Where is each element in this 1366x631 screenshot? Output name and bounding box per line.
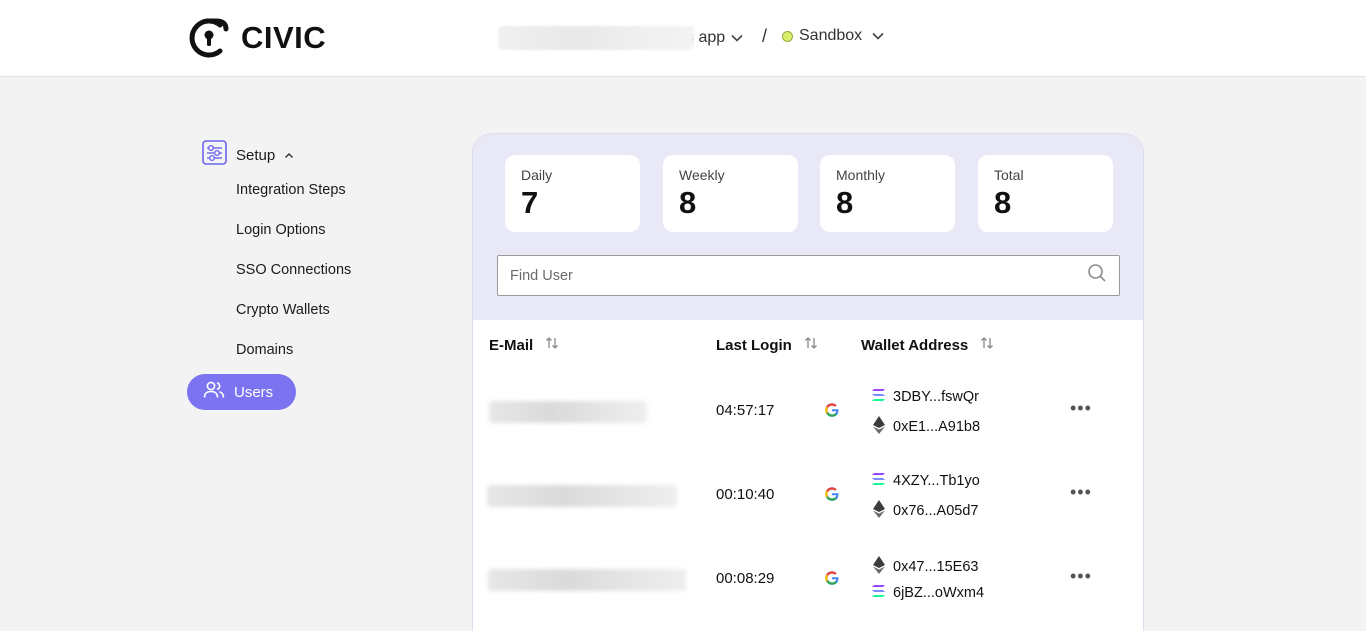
brand-name: CIVIC [241, 20, 327, 55]
civic-logo-icon [189, 18, 229, 58]
sidebar-item-integration-steps[interactable]: Integration Steps [236, 182, 346, 198]
app-selector[interactable]: s app [498, 26, 743, 50]
app-name-redacted [498, 26, 694, 50]
row-more-options-icon[interactable]: ••• [1070, 398, 1092, 419]
sort-icon[interactable] [804, 336, 818, 354]
breadcrumb-separator: / [762, 26, 768, 46]
stat-label: Weekly [679, 167, 725, 183]
row-more-options-icon[interactable]: ••• [1070, 482, 1092, 503]
find-user-search-box [497, 255, 1120, 296]
environment-selector[interactable]: Sandbox [782, 27, 884, 45]
sidebar-item-domains[interactable]: Domains [236, 342, 293, 358]
users-icon [203, 381, 225, 403]
sort-icon[interactable] [545, 336, 559, 354]
google-icon [823, 569, 841, 592]
users-table: E-Mail Last Login Wallet Address 04:57:1… [473, 320, 1143, 631]
solana-icon [871, 584, 887, 602]
stat-label: Total [994, 167, 1024, 183]
row-more-options-icon[interactable]: ••• [1070, 566, 1092, 587]
column-header-label: E-Mail [489, 336, 534, 354]
stat-label: Monthly [836, 167, 886, 183]
last-login-time: 04:57:17 [716, 402, 775, 419]
wallet-address-text: 0x47...15E63 [893, 559, 979, 575]
google-icon [823, 485, 841, 508]
wallet-address-text: 3DBY...fswQr [893, 389, 979, 405]
settings-sliders-icon [202, 140, 227, 170]
ethereum-icon [871, 416, 887, 438]
solana-icon [871, 388, 887, 406]
column-header-last-login[interactable]: Last Login [716, 336, 818, 354]
civic-logo[interactable]: CIVIC [186, 15, 326, 61]
table-row[interactable]: 04:57:17 3DBY...fswQr 0xE1...A91b8 ••• [473, 368, 1143, 452]
wallet-address-text: 4XZY...Tb1yo [893, 473, 980, 489]
stat-value: 7 [521, 185, 539, 220]
wallet-address-text: 0xE1...A91b8 [893, 419, 981, 435]
top-header: CIVIC s app / Sandbox [0, 0, 1366, 77]
sort-icon[interactable] [980, 336, 994, 354]
environment-label: Sandbox [799, 27, 863, 44]
wallet-address[interactable]: 4XZY...Tb1yo [871, 472, 980, 490]
last-login-time: 00:10:40 [716, 486, 775, 503]
stat-card-weekly: Weekly 8 [663, 155, 798, 232]
stat-label: Daily [521, 167, 553, 183]
email-redacted [489, 401, 647, 423]
solana-icon [871, 472, 887, 490]
wallet-address[interactable]: 0x76...A05d7 [871, 500, 978, 522]
table-row[interactable]: 00:10:40 4XZY...Tb1yo 0x76...A05d7 ••• [473, 452, 1143, 536]
last-login-time: 00:08:29 [716, 570, 775, 587]
chevron-down-icon [731, 34, 743, 42]
sidebar-item-setup-label: Setup [236, 146, 276, 164]
ethereum-icon [871, 556, 887, 578]
table-row[interactable]: 00:08:29 0x47...15E63 6jBZ...oWxm4 ••• [473, 536, 1143, 620]
stat-value: 8 [679, 185, 697, 220]
column-header-wallet-address[interactable]: Wallet Address [861, 336, 994, 354]
sidebar-item-setup[interactable]: Setup [202, 140, 294, 170]
stat-card-daily: Daily 7 [505, 155, 640, 232]
stat-value: 8 [994, 185, 1012, 220]
chevron-up-icon [284, 146, 294, 164]
stat-card-monthly: Monthly 8 [820, 155, 955, 232]
column-header-label: Last Login [716, 336, 792, 354]
search-icon[interactable] [1087, 263, 1107, 288]
wallet-address-text: 0x76...A05d7 [893, 503, 979, 519]
ethereum-icon [871, 500, 887, 522]
wallet-address[interactable]: 6jBZ...oWxm4 [871, 584, 984, 602]
email-redacted [487, 485, 677, 507]
chevron-down-icon [872, 32, 884, 40]
stat-card-total: Total 8 [978, 155, 1113, 232]
email-redacted [488, 569, 686, 591]
sidebar-item-sso-connections[interactable]: SSO Connections [236, 262, 351, 278]
find-user-input[interactable] [510, 267, 1087, 284]
google-icon [823, 401, 841, 424]
wallet-address-text: 6jBZ...oWxm4 [893, 585, 985, 601]
column-header-email[interactable]: E-Mail [489, 336, 559, 354]
wallet-address[interactable]: 0x47...15E63 [871, 556, 978, 578]
sidebar-item-users-label: Users [234, 383, 274, 401]
column-header-label: Wallet Address [861, 336, 969, 354]
wallet-address[interactable]: 0xE1...A91b8 [871, 416, 980, 438]
stat-value: 8 [836, 185, 854, 220]
sidebar-item-login-options[interactable]: Login Options [236, 222, 325, 238]
sidebar-item-crypto-wallets[interactable]: Crypto Wallets [236, 302, 330, 318]
environment-status-dot [782, 30, 793, 42]
wallet-address[interactable]: 3DBY...fswQr [871, 388, 979, 406]
sidebar-item-users[interactable]: Users [187, 374, 296, 410]
users-panel: Daily 7 Weekly 8 Monthly 8 Total 8 E-Mai… [472, 133, 1144, 631]
